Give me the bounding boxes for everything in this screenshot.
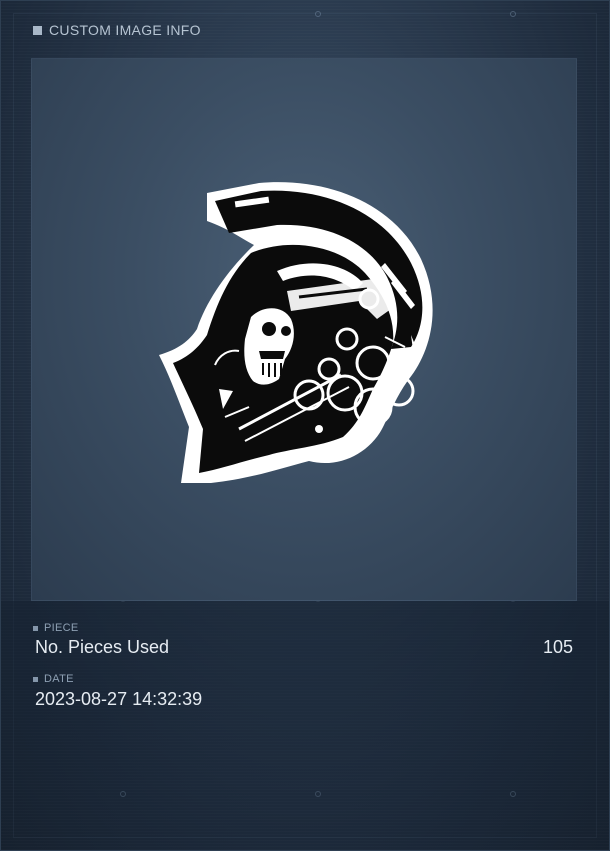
piece-bullet-icon (33, 625, 38, 631)
piece-name: No. Pieces Used (35, 637, 170, 657)
header-square-icon (33, 25, 42, 35)
skull-helmet-logo-icon (159, 182, 433, 483)
frame-dot (315, 11, 321, 17)
date-bullet-icon (33, 676, 38, 682)
panel-header: CUSTOM IMAGE INFO (33, 21, 201, 39)
custom-image-info-panel: CUSTOM IMAGE INFO PIECE No. Pieces Used … (0, 0, 610, 851)
panel-title: CUSTOM IMAGE INFO (49, 22, 201, 38)
date-label: DATE (44, 673, 74, 685)
piece-count: 105 (542, 637, 573, 657)
frame-dot (510, 11, 516, 17)
piece-label-row: PIECE (33, 622, 79, 634)
piece-label: PIECE (44, 622, 79, 634)
date-label-row: DATE (33, 673, 74, 685)
custom-image-preview (31, 58, 577, 601)
date-value: 2023-08-27 14:32:39 (35, 689, 203, 709)
